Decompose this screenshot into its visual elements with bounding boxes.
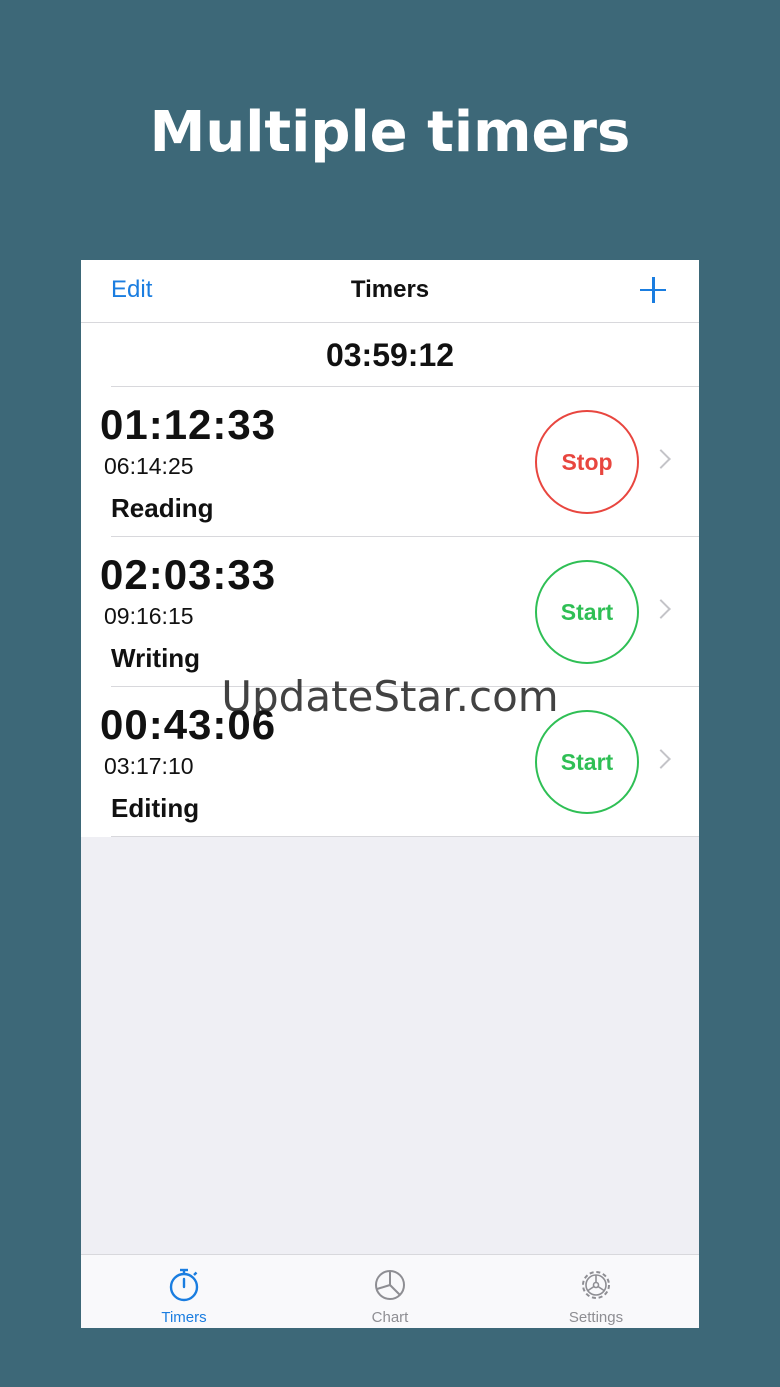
timer-list: 03:59:12 01:12:33 06:14:25 Reading Stop … (81, 323, 699, 837)
tab-bar: Timers Chart Settings (81, 1254, 699, 1328)
tab-settings[interactable]: Settings (493, 1255, 699, 1328)
navigation-bar: Edit Timers (81, 260, 699, 323)
headline: Multiple timers (149, 100, 631, 165)
total-time: 03:17:10 (104, 753, 194, 779)
plus-icon[interactable] (637, 274, 669, 306)
start-button[interactable]: Start (535, 710, 639, 814)
total-time-row: 03:59:12 (81, 323, 699, 387)
stop-button[interactable]: Stop (535, 410, 639, 514)
timer-name: Writing (111, 643, 201, 673)
tab-label: Chart (371, 1309, 409, 1326)
chevron-right-icon[interactable] (651, 449, 671, 469)
current-time: 02:03:33 (100, 551, 277, 598)
chevron-right-icon[interactable] (651, 599, 671, 619)
current-time: 01:12:33 (100, 401, 277, 448)
pie-chart-icon (375, 1270, 405, 1300)
total-time: 03:59:12 (325, 337, 455, 373)
total-time: 09:16:15 (104, 603, 194, 629)
current-time: 00:43:06 (100, 701, 277, 748)
timer-row-reading[interactable]: 01:12:33 06:14:25 Reading Stop (81, 387, 699, 537)
app-screen: Edit Timers 03:59:12 01:12:33 06:14:25 R… (81, 260, 699, 1328)
timer-name: Editing (111, 793, 200, 823)
tab-label: Settings (568, 1309, 624, 1326)
tab-label: Timers (161, 1309, 207, 1326)
gear-icon (582, 1271, 610, 1299)
page-title: Timers (350, 276, 430, 303)
start-button[interactable]: Start (535, 560, 639, 664)
chevron-right-icon[interactable] (651, 749, 671, 769)
timer-name: Reading (111, 493, 214, 523)
total-time: 06:14:25 (104, 453, 194, 479)
timer-row-editing[interactable]: 00:43:06 03:17:10 Editing Start (81, 687, 699, 837)
tab-timers[interactable]: Timers (81, 1255, 287, 1328)
stopwatch-icon (169, 1268, 199, 1302)
tab-chart[interactable]: Chart (287, 1255, 493, 1328)
divider (111, 836, 699, 837)
timer-row-writing[interactable]: 02:03:33 09:16:15 Writing Start (81, 537, 699, 687)
edit-button[interactable]: Edit (111, 276, 152, 304)
